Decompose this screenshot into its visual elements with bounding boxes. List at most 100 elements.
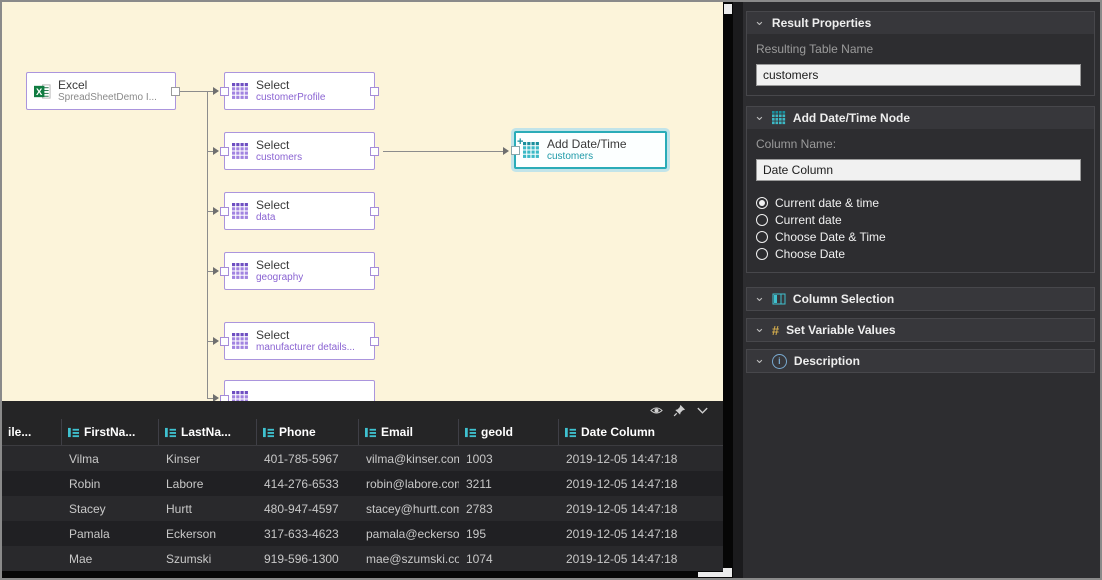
cell[interactable]: 2019-12-05 14:47:18 — [559, 527, 723, 541]
result-properties-header[interactable]: ⌄ Result Properties — [747, 12, 1094, 34]
horizontal-scrollbar[interactable] — [2, 571, 723, 578]
cell[interactable]: 401-785-5967 — [257, 452, 359, 466]
select-node-partial[interactable] — [224, 380, 375, 401]
cell[interactable]: 2783 — [459, 502, 559, 516]
cell[interactable]: vilma@kinser.com — [359, 452, 459, 466]
cell[interactable]: Vilma — [62, 452, 159, 466]
column-header-geoid[interactable]: geold — [459, 419, 559, 445]
select-node-data[interactable]: Select data — [224, 192, 375, 230]
column-header-lastname[interactable]: LastNa... — [159, 419, 257, 445]
input-port[interactable] — [220, 337, 229, 346]
cell[interactable]: Szumski — [159, 552, 257, 566]
select-node-customers[interactable]: Select customers — [224, 132, 375, 170]
date-mode-radio-group: Current date & time Current date Choose … — [747, 190, 1094, 272]
horizontal-scrollbar-thumb[interactable] — [698, 572, 723, 577]
output-port[interactable] — [370, 207, 379, 216]
radio-option-3[interactable]: Choose Date — [756, 245, 1085, 262]
cell[interactable]: 2019-12-05 14:47:18 — [559, 452, 723, 466]
cell[interactable]: 480-947-4597 — [257, 502, 359, 516]
set-variable-values-header[interactable]: ⌄ # Set Variable Values — [747, 319, 1094, 341]
vertical-scrollbar-thumb[interactable] — [724, 4, 732, 14]
column-header-datecolumn[interactable]: Date Column — [559, 419, 723, 445]
input-port[interactable] — [220, 87, 229, 96]
eye-icon[interactable] — [650, 404, 663, 417]
radio-dot-3[interactable] — [756, 248, 768, 260]
table-row[interactable]: Robin Labore 414-276-6533 robin@labore.c… — [2, 471, 723, 496]
add-datetime-node[interactable]: + Add Date/Time customers — [514, 131, 667, 169]
connector-arrow — [213, 147, 219, 155]
connector-arrow — [213, 394, 219, 401]
node-subtitle: customers — [256, 152, 302, 163]
radio-option-2[interactable]: Choose Date & Time — [756, 228, 1085, 245]
column-header-firstname[interactable]: FirstNa... — [62, 419, 159, 445]
cell[interactable]: 1003 — [459, 452, 559, 466]
column-header-phone[interactable]: Phone — [257, 419, 359, 445]
cell[interactable]: Stacey — [62, 502, 159, 516]
cell[interactable]: 2019-12-05 14:47:18 — [559, 502, 723, 516]
description-header[interactable]: ⌄ i Description — [747, 350, 1094, 372]
table-row[interactable]: Stacey Hurtt 480-947-4597 stacey@hurtt.c… — [2, 496, 723, 521]
section-title: Add Date/Time Node — [793, 111, 910, 125]
cell[interactable]: 195 — [459, 527, 559, 541]
select-grid-icon — [232, 143, 249, 160]
output-port[interactable] — [370, 337, 379, 346]
cell[interactable]: 3211 — [459, 477, 559, 491]
cell[interactable]: stacey@hurtt.com — [359, 502, 459, 516]
column-name-label: Column Name: — [747, 129, 1094, 153]
cell[interactable]: 1074 — [459, 552, 559, 566]
radio-dot-0[interactable] — [756, 197, 768, 209]
cell[interactable]: Robin — [62, 477, 159, 491]
table-row[interactable]: Pamala Eckerson 317-633-4623 pamala@ecke… — [2, 521, 723, 546]
connector-line — [383, 151, 503, 152]
cell[interactable]: mae@szumski.co — [359, 552, 459, 566]
select-node-geography[interactable]: Select geography — [224, 252, 375, 290]
output-port[interactable] — [370, 87, 379, 96]
column-name-input[interactable] — [756, 159, 1081, 181]
radio-label: Choose Date & Time — [775, 230, 886, 244]
cell[interactable]: Pamala — [62, 527, 159, 541]
table-body: Vilma Kinser 401-785-5967 vilma@kinser.c… — [2, 446, 723, 571]
radio-option-1[interactable]: Current date — [756, 211, 1085, 228]
dataflow-canvas[interactable]: Excel SpreadSheetDemo I... Select custom… — [2, 2, 723, 401]
excel-source-node[interactable]: Excel SpreadSheetDemo I... — [26, 72, 176, 110]
resulting-table-name-input[interactable] — [756, 64, 1081, 86]
column-header-email[interactable]: Email — [359, 419, 459, 445]
cell[interactable]: 919-596-1300 — [257, 552, 359, 566]
cell[interactable]: Hurtt — [159, 502, 257, 516]
cell[interactable]: Kinser — [159, 452, 257, 466]
chevron-down-icon[interactable] — [696, 404, 709, 417]
cell[interactable]: 317-633-4623 — [257, 527, 359, 541]
output-port[interactable] — [370, 267, 379, 276]
column-selection-section: ⌄ Column Selection — [746, 287, 1095, 311]
output-port[interactable] — [171, 87, 180, 96]
add-datetime-header[interactable]: ⌄ Add Date/Time Node — [747, 107, 1094, 129]
input-port[interactable] — [220, 267, 229, 276]
radio-dot-2[interactable] — [756, 231, 768, 243]
output-port[interactable] — [370, 147, 379, 156]
radio-option-0[interactable]: Current date & time — [756, 194, 1085, 211]
cell[interactable]: Eckerson — [159, 527, 257, 541]
cell[interactable]: robin@labore.com — [359, 477, 459, 491]
input-port[interactable] — [220, 207, 229, 216]
select-node-customerprofile[interactable]: Select customerProfile — [224, 72, 375, 110]
table-row[interactable]: Vilma Kinser 401-785-5967 vilma@kinser.c… — [2, 446, 723, 471]
table-row[interactable]: Mae Szumski 919-596-1300 mae@szumski.co … — [2, 546, 723, 571]
cell[interactable]: Labore — [159, 477, 257, 491]
cell[interactable]: 2019-12-05 14:47:18 — [559, 477, 723, 491]
input-port[interactable] — [220, 147, 229, 156]
pin-icon[interactable] — [673, 404, 686, 417]
column-header-file[interactable]: ile... — [2, 419, 62, 445]
column-selection-header[interactable]: ⌄ Column Selection — [747, 288, 1094, 310]
node-subtitle: customers — [547, 151, 627, 162]
chevron-down-icon: ⌄ — [754, 354, 765, 364]
vertical-scrollbar[interactable] — [723, 2, 733, 578]
select-node-manufacturer-details[interactable]: Select manufacturer details... — [224, 322, 375, 360]
cell[interactable]: 2019-12-05 14:47:18 — [559, 552, 723, 566]
node-title: Add Date/Time — [547, 138, 627, 151]
cell[interactable]: pamala@eckerson — [359, 527, 459, 541]
node-title: Select — [256, 199, 289, 212]
cell[interactable]: Mae — [62, 552, 159, 566]
column-header-label: Phone — [279, 425, 316, 439]
radio-dot-1[interactable] — [756, 214, 768, 226]
cell[interactable]: 414-276-6533 — [257, 477, 359, 491]
